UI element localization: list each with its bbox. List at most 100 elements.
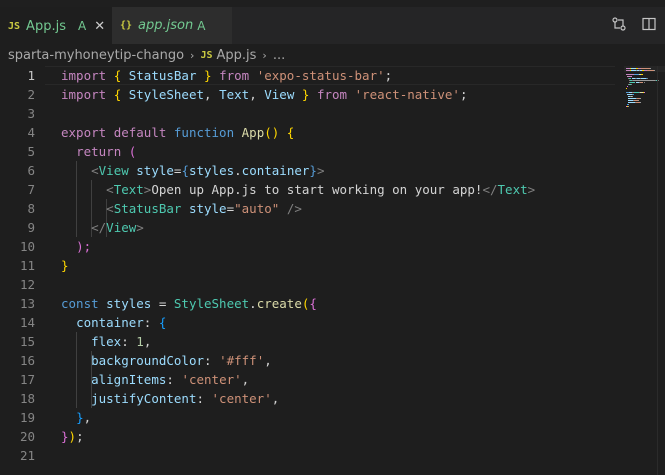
code-content[interactable]: import { StatusBar } from 'expo-status-b…: [61, 66, 621, 465]
code-line: });: [61, 427, 621, 446]
code-token: const: [61, 296, 107, 311]
code-token: StatusBar: [128, 68, 197, 83]
minimap-stroke: [654, 70, 655, 71]
code-token: }: [196, 68, 220, 83]
code-token: View: [264, 87, 295, 102]
git-added-badge: A: [77, 19, 87, 33]
code-token: flex: [91, 334, 122, 349]
minimap-stroke: [632, 96, 633, 97]
code-token: >: [316, 163, 325, 178]
code-token: export: [61, 125, 114, 140]
chevron-right-icon: ›: [262, 48, 267, 62]
code-token: }: [61, 258, 69, 273]
line-number: 1: [27, 68, 35, 83]
code-token: ,: [143, 334, 152, 349]
minimap-stroke: [631, 84, 632, 85]
code-token: ,: [83, 410, 92, 425]
code-token: }: [61, 429, 69, 444]
line-number-gutter: 1 2 3 4 5 6 7 8 9 10 11 12 13 14 15 16 17 18 19 20 21: [0, 66, 45, 465]
close-icon[interactable]: ✕: [94, 19, 105, 34]
minimap-stroke: [650, 68, 651, 69]
code-line: <StatusBar style="auto" />: [61, 199, 621, 218]
minimap-stroke: [633, 80, 655, 81]
line-number: 20: [19, 429, 35, 444]
code-token: '#fff': [219, 353, 265, 368]
code-token: Text: [219, 87, 250, 102]
minimap-stroke: [631, 76, 632, 77]
line-number: 16: [19, 353, 35, 368]
code-token: ;: [384, 68, 393, 83]
code-token: ,: [271, 391, 280, 406]
minimap-stroke: [644, 82, 645, 83]
git-added-badge: A: [197, 18, 206, 33]
code-token: );: [76, 239, 92, 254]
code-token: }: [309, 163, 317, 178]
code-token: ): [68, 429, 77, 444]
javascript-file-icon: JS: [8, 20, 21, 32]
code-token: ,: [241, 372, 250, 387]
minimap[interactable]: [624, 66, 659, 126]
tab-app-json[interactable]: {} app.json A: [112, 7, 232, 44]
editor-actions: [611, 7, 657, 44]
minimap-stroke: [647, 78, 648, 79]
minimap-stroke: [628, 102, 635, 103]
line-number: 13: [19, 296, 35, 311]
breadcrumb-folder[interactable]: sparta-myhoneytip-chango: [8, 48, 184, 63]
minimap-stroke: [626, 88, 627, 89]
code-token: style: [136, 163, 174, 178]
code-line: container: {: [61, 313, 621, 332]
line-number: 11: [19, 258, 35, 273]
code-token: StyleSheet: [173, 296, 250, 311]
breadcrumb-file[interactable]: App.js: [216, 48, 256, 63]
tab-app-js[interactable]: JS App.js A ✕: [0, 7, 112, 44]
minimap-stroke: [628, 104, 629, 105]
code-token: StyleSheet: [128, 87, 205, 102]
vertical-scrollbar[interactable]: [657, 66, 665, 475]
code-line: },: [61, 408, 621, 427]
line-number: 8: [27, 201, 35, 216]
line-number: 6: [27, 163, 35, 178]
code-token: .: [234, 163, 242, 178]
code-line: import { StyleSheet, Text, View } from '…: [61, 85, 621, 104]
minimap-stroke: [628, 98, 636, 99]
compare-changes-icon[interactable]: [611, 16, 627, 36]
code-line: alignItems: 'center',: [61, 370, 621, 389]
code-token: :: [166, 372, 182, 387]
code-token: </: [482, 182, 498, 197]
code-token: Text: [497, 182, 528, 197]
tab-label: App.js: [26, 18, 66, 34]
editor-tab-bar: JS App.js A ✕ {} app.json A: [0, 7, 665, 44]
code-editor[interactable]: 1 2 3 4 5 6 7 8 9 10 11 12 13 14 15 16 17 18 19 20 21 import…: [0, 66, 665, 475]
code-token: Text: [113, 182, 144, 197]
code-token: =: [151, 296, 174, 311]
code-token: View: [106, 220, 137, 235]
code-token: create: [256, 296, 302, 311]
title-bar: [0, 0, 665, 7]
minimap-stroke: [640, 98, 641, 99]
code-token: :: [143, 315, 159, 330]
minimap-stroke: [641, 74, 643, 75]
line-number: 9: [27, 220, 35, 235]
code-line: <View style={styles.container}>: [61, 161, 621, 180]
code-token: <: [106, 201, 114, 216]
line-number: 10: [19, 239, 35, 254]
code-token: >: [527, 182, 536, 197]
code-token: App: [241, 125, 265, 140]
code-token: styles: [106, 296, 152, 311]
line-number: 12: [19, 277, 35, 292]
code-line: flex: 1,: [61, 332, 621, 351]
line-number: 18: [19, 391, 35, 406]
breadcrumb-symbols[interactable]: ...: [273, 48, 285, 63]
code-token: styles: [188, 163, 235, 178]
code-token: from: [219, 68, 257, 83]
split-editor-icon[interactable]: [641, 16, 657, 36]
